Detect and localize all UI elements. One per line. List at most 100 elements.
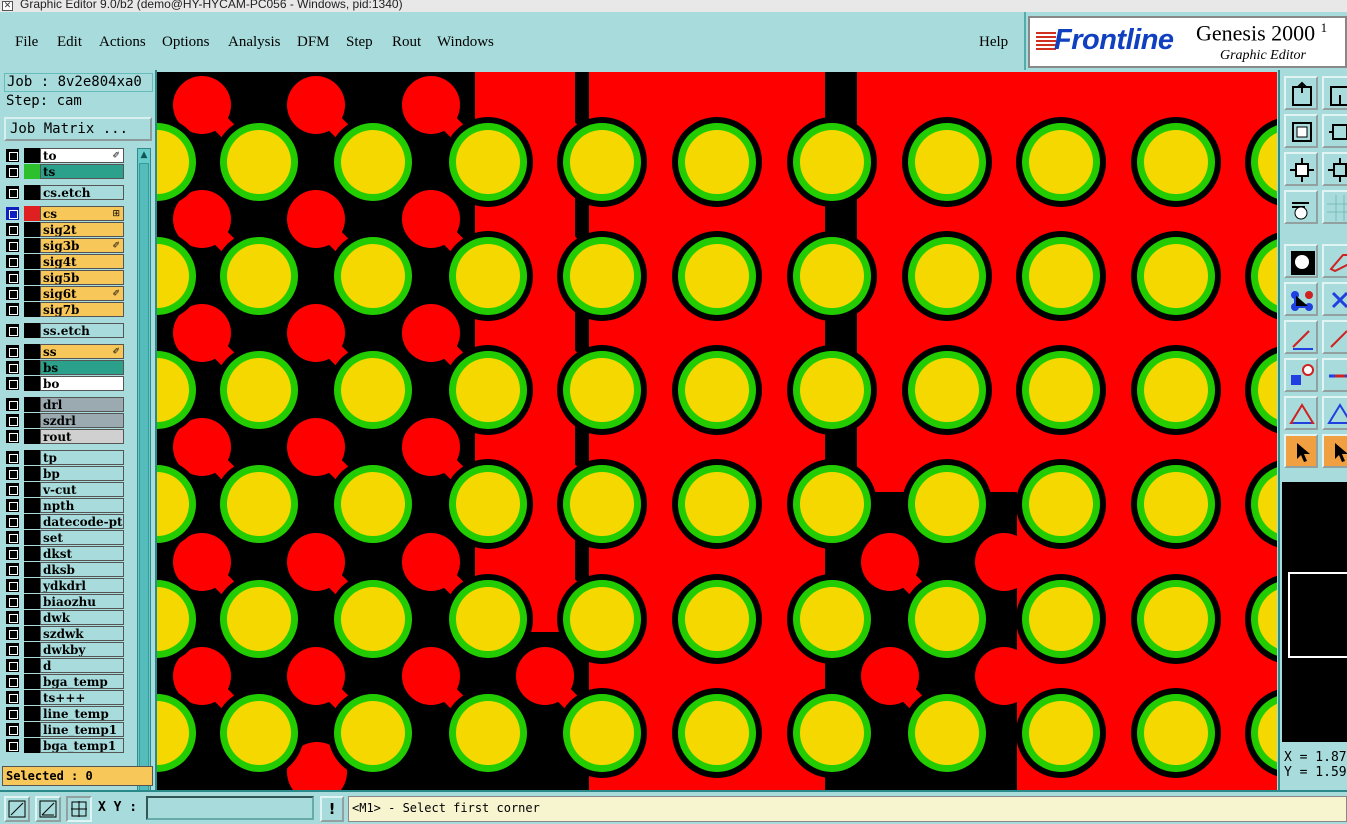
layer-row[interactable]: szdrl [4,413,124,428]
zoom-fit-button[interactable] [1284,152,1318,186]
layer-checkbox[interactable] [6,223,19,236]
layer-name[interactable]: szdrl [40,413,124,428]
layer-name[interactable]: datecode-pte [40,514,124,529]
layer-color-swatch[interactable] [24,185,40,200]
layer-name[interactable]: ss ✐ [40,344,124,359]
snap-angle-button[interactable] [35,796,61,822]
layer-color-swatch[interactable] [24,610,40,625]
layer-color-swatch[interactable] [24,397,40,412]
layer-name[interactable]: bp [40,466,124,481]
layer-checkbox[interactable] [6,483,19,496]
layer-checkbox[interactable] [6,691,19,704]
layer-row[interactable]: drl [4,397,124,412]
scroll-up-icon[interactable]: ▲ [138,149,150,161]
layer-row[interactable]: to ✐ [4,148,124,163]
graphic-canvas[interactable] [157,72,1277,790]
layer-color-swatch[interactable] [24,690,40,705]
layer-checkbox[interactable] [6,659,19,672]
layer-color-swatch[interactable] [24,642,40,657]
arc-button[interactable] [1322,320,1347,354]
layer-name[interactable]: line_temp [40,706,124,721]
layer-row[interactable]: line_temp [4,706,124,721]
line-add-button[interactable] [1322,358,1347,392]
layer-checkbox[interactable] [6,239,19,252]
layer-name[interactable]: ydkdrl [40,578,124,593]
menu-dfm[interactable]: DFM [297,34,330,51]
settings-button[interactable] [1284,190,1318,224]
overview-window[interactable] [1282,482,1347,742]
layer-checkbox[interactable] [6,611,19,624]
menu-windows[interactable]: Windows [437,34,494,51]
layer-name[interactable]: ts [40,164,124,179]
layer-checkbox[interactable] [6,643,19,656]
layer-row[interactable]: cs ⊞ [4,206,124,221]
menu-file[interactable]: File [15,34,38,51]
layer-color-swatch[interactable] [24,594,40,609]
layer-color-swatch[interactable] [24,344,40,359]
cross-button[interactable] [1322,282,1347,316]
layer-checkbox[interactable] [6,361,19,374]
layer-name[interactable]: cs.etch [40,185,124,200]
layer-checkbox[interactable] [6,303,19,316]
layer-row[interactable]: line_temp1 [4,722,124,737]
layer-checkbox[interactable] [6,149,19,162]
warning-triangle-button[interactable] [1284,396,1318,430]
menu-edit[interactable]: Edit [57,34,82,51]
layer-row[interactable]: dwkby [4,642,124,657]
layer-checkbox[interactable] [6,451,19,464]
overview-frame[interactable] [1288,572,1347,658]
layer-row[interactable]: biaozhu [4,594,124,609]
layer-name[interactable]: sig7b [40,302,124,317]
layer-row[interactable]: sig2t [4,222,124,237]
menu-rout[interactable]: Rout [392,34,421,51]
layer-checkbox[interactable] [6,675,19,688]
layer-name[interactable]: bga_temp1 [40,738,124,753]
layer-name[interactable]: ts+++ [40,690,124,705]
layer-checkbox[interactable] [6,324,19,337]
layer-name[interactable]: v-cut [40,482,124,497]
snap-diag-button[interactable] [4,796,30,822]
layer-name[interactable]: tp [40,450,124,465]
layer-color-swatch[interactable] [24,254,40,269]
layer-color-swatch[interactable] [24,302,40,317]
layer-name[interactable]: npth [40,498,124,513]
menu-analysis[interactable]: Analysis [228,34,281,51]
layer-name[interactable]: rout [40,429,124,444]
layer-row[interactable]: tp [4,450,124,465]
layer-color-swatch[interactable] [24,323,40,338]
layer-name[interactable]: to ✐ [40,148,124,163]
layer-checkbox[interactable] [6,207,19,220]
layer-row[interactable]: ydkdrl [4,578,124,593]
layer-color-swatch[interactable] [24,413,40,428]
layer-name[interactable]: ss.etch [40,323,124,338]
layer-color-swatch[interactable] [24,706,40,721]
layer-checkbox[interactable] [6,165,19,178]
warning-button[interactable]: ! [320,796,344,822]
zoom-all-button[interactable] [1322,152,1347,186]
job-matrix-button[interactable]: Job Matrix ... [4,117,152,141]
layer-color-swatch[interactable] [24,360,40,375]
layer-row[interactable]: ts [4,164,124,179]
layer-checkbox[interactable] [6,430,19,443]
xy-input[interactable] [146,796,314,820]
layer-checkbox[interactable] [6,579,19,592]
pointer-button[interactable] [1284,434,1318,468]
pointer-active-button[interactable] [1322,434,1347,468]
pcb-drawing[interactable] [157,72,1277,790]
layer-color-swatch[interactable] [24,578,40,593]
layer-name[interactable]: sig3b ✐ [40,238,124,253]
layer-row[interactable]: sig7b [4,302,124,317]
grid-button[interactable] [1322,190,1347,224]
layer-name[interactable]: drl [40,397,124,412]
triangle-select-button[interactable] [1322,396,1347,430]
net-button[interactable] [1284,282,1318,316]
layer-color-swatch[interactable] [24,450,40,465]
layer-color-swatch[interactable] [24,466,40,481]
layer-row[interactable]: ts+++ [4,690,124,705]
layer-checkbox[interactable] [6,414,19,427]
pad-add-button[interactable] [1284,358,1318,392]
layer-row[interactable]: bga_temp [4,674,124,689]
line-button[interactable] [1284,320,1318,354]
layer-row[interactable]: ss ✐ [4,344,124,359]
layer-color-swatch[interactable] [24,722,40,737]
